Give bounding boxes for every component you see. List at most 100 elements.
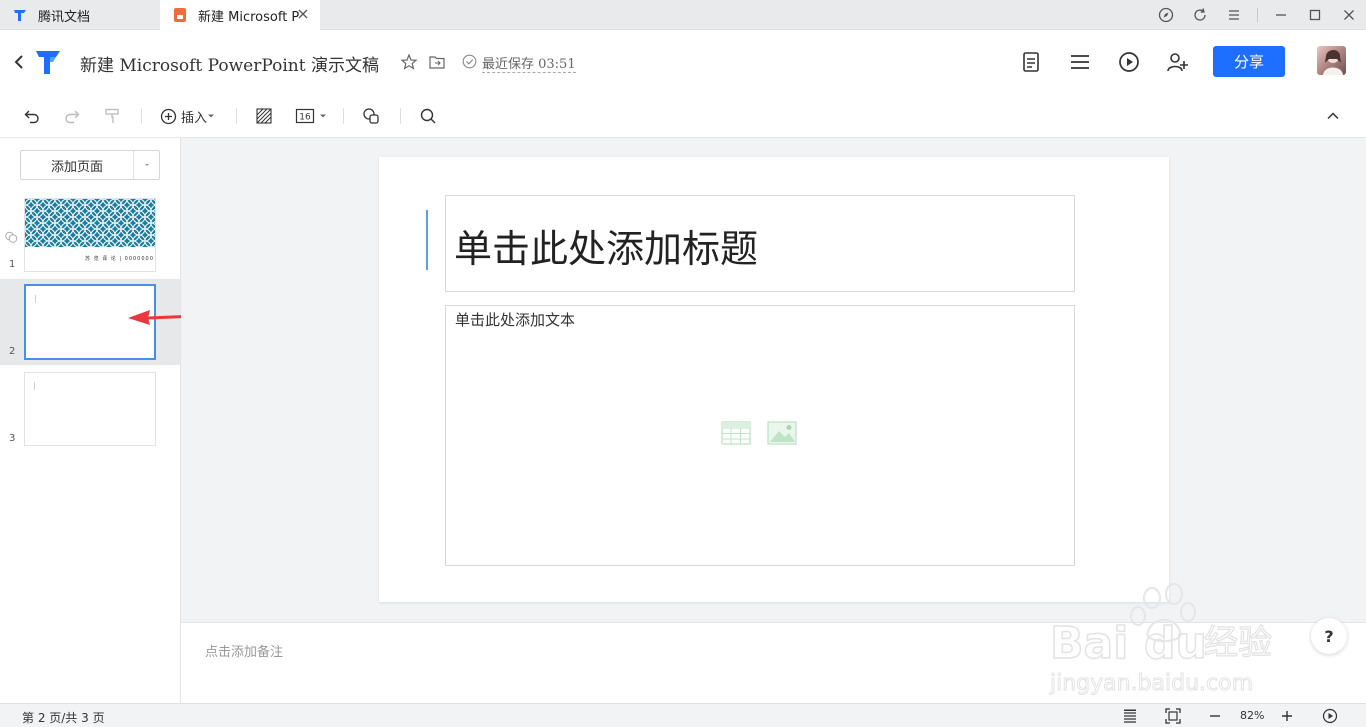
divider [343, 108, 344, 124]
format-painter-button[interactable] [103, 106, 121, 126]
layout-badge: 16 [299, 113, 311, 123]
compass-icon [1158, 7, 1174, 23]
star-icon[interactable] [400, 53, 418, 71]
zoom-level[interactable]: 82% [1240, 709, 1264, 722]
chevron-up-icon [1327, 112, 1339, 120]
status-bar: 第 2 页/共 3 页 82% [0, 703, 1366, 727]
current-slide[interactable]: 单击此处添加标题 单击此处添加文本 [379, 157, 1169, 602]
caret-down-icon [320, 114, 326, 118]
add-page-dropdown[interactable] [134, 151, 159, 179]
minimize-button[interactable] [1264, 0, 1298, 30]
insert-menu-button[interactable]: 插入 [160, 106, 215, 126]
page-indicator: 第 2 页/共 3 页 [22, 711, 105, 725]
save-status[interactable]: 最近保存 03:51 [482, 53, 576, 73]
notes-toggle-icon[interactable] [1122, 708, 1138, 724]
divider [400, 108, 401, 124]
text-cursor [426, 210, 428, 270]
list-icon[interactable] [1068, 50, 1092, 74]
format-painter-icon [105, 108, 119, 123]
tencent-docs-icon [14, 10, 26, 21]
document-header: 新建 Microsoft PowerPoint 演示文稿 最近保存 03:51 … [0, 30, 1366, 94]
avatar[interactable] [1317, 46, 1346, 75]
slide-editor-canvas: 单击此处添加标题 单击此处添加文本 [181, 138, 1366, 622]
menu-icon [1229, 10, 1239, 20]
close-icon [1344, 10, 1354, 20]
browser-tab-label: 新建 Microsoft P [198, 9, 300, 25]
collapse-toolbar-button[interactable] [1325, 106, 1341, 126]
back-icon[interactable] [12, 52, 26, 72]
help-button[interactable]: ? [1311, 618, 1347, 654]
browser-tab-bar: 腾讯文档 新建 Microsoft P [0, 0, 1366, 30]
slide-sidebar: 添加页面 1 苏 览 译 论 | 0000000 2 3 [0, 138, 181, 703]
divider [236, 108, 237, 124]
slides-file-icon [174, 8, 186, 22]
compass-button[interactable] [1149, 0, 1183, 30]
search-button[interactable] [419, 106, 437, 126]
plus-circle-icon [160, 108, 177, 124]
maximize-button[interactable] [1298, 0, 1332, 30]
saved-check-icon [462, 54, 477, 69]
add-page-control: 添加页面 [20, 150, 160, 180]
thumbnail-caption: 苏 览 译 论 | 0000000 [85, 256, 154, 262]
move-to-folder-icon[interactable] [428, 53, 446, 71]
caret-down-icon [144, 164, 149, 166]
caret-down-icon [208, 114, 215, 118]
play-slideshow-icon[interactable] [1322, 708, 1338, 724]
circle-pattern-image [25, 199, 155, 247]
maximize-icon [1309, 9, 1321, 21]
browser-tab-presentation[interactable]: 新建 Microsoft P [160, 0, 320, 30]
title-placeholder-box[interactable]: 单击此处添加标题 [445, 195, 1075, 292]
insert-image-icon[interactable] [767, 421, 797, 445]
slide-thumbnail-1[interactable]: 1 苏 览 译 论 | 0000000 [0, 193, 180, 279]
divider [1257, 8, 1258, 22]
redo-icon [65, 110, 80, 124]
slide-number: 3 [9, 433, 16, 444]
document-title[interactable]: 新建 Microsoft PowerPoint 演示文稿 [80, 51, 379, 76]
browser-menu-button[interactable] [1217, 0, 1251, 30]
body-placeholder-box[interactable]: 单击此处添加文本 [445, 305, 1075, 566]
refresh-icon [1194, 8, 1206, 21]
minimize-icon [1276, 14, 1286, 16]
slide-thumbnail-2[interactable]: 2 [0, 279, 180, 365]
thumbnail-cursor [35, 295, 36, 303]
fit-to-window-icon[interactable] [1165, 708, 1181, 724]
slide-number: 1 [9, 259, 16, 270]
slide-preview [24, 284, 156, 360]
divider [141, 108, 142, 124]
editing-toolbar: 插入 16 [0, 94, 1366, 138]
insert-table-icon[interactable] [721, 421, 751, 445]
insert-label: 插入 [181, 110, 208, 126]
shapes-icon [363, 108, 379, 124]
redo-button[interactable] [63, 106, 81, 126]
slide-preview: 苏 览 译 论 | 0000000 [24, 198, 156, 272]
undo-icon [24, 110, 39, 124]
speaker-notes-panel[interactable]: 点击添加备注 [181, 622, 1366, 703]
shapes-button[interactable] [362, 106, 380, 126]
zoom-in-icon[interactable] [1279, 708, 1295, 724]
slide-thumbnail-3[interactable]: 3 [0, 365, 180, 451]
notes-icon[interactable] [1019, 50, 1043, 74]
add-collaborator-icon[interactable] [1165, 50, 1189, 74]
browser-tab-tencent-docs[interactable]: 腾讯文档 [0, 0, 160, 30]
play-icon[interactable] [1117, 50, 1141, 74]
body-placeholder-text: 单击此处添加文本 [455, 311, 576, 329]
slide-number: 2 [9, 346, 16, 357]
slide-preview [24, 372, 156, 446]
search-icon [420, 108, 436, 124]
tencent-docs-logo-icon[interactable] [33, 47, 63, 77]
refresh-button[interactable] [1183, 0, 1217, 30]
background-fill-button[interactable] [255, 106, 273, 126]
window-controls [1149, 0, 1366, 30]
browser-tab-label: 腾讯文档 [38, 9, 91, 25]
avatar-image [1323, 50, 1343, 75]
zoom-out-icon[interactable] [1207, 708, 1223, 724]
add-page-button[interactable]: 添加页面 [21, 151, 134, 179]
layout-menu-button[interactable]: 16 [295, 106, 327, 126]
slide-layout-icon: 16 [295, 108, 315, 124]
undo-button[interactable] [23, 106, 41, 126]
close-tab-icon[interactable] [296, 7, 310, 21]
share-button[interactable]: 分享 [1213, 46, 1285, 77]
thumbnail-cursor [34, 382, 35, 390]
hatch-fill-icon [256, 108, 272, 124]
close-window-button[interactable] [1332, 0, 1366, 30]
